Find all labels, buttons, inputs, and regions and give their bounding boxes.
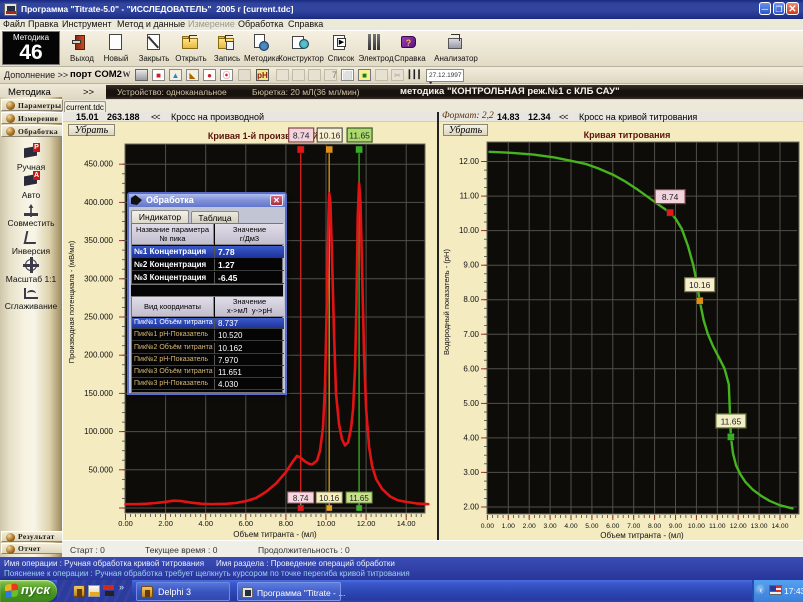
svg-text:6.00: 6.00 — [238, 519, 253, 528]
svg-text:13.00: 13.00 — [751, 523, 768, 530]
svg-text:8.00: 8.00 — [463, 295, 479, 304]
svg-text:11.65: 11.65 — [349, 131, 370, 141]
svg-text:9.00: 9.00 — [463, 261, 479, 270]
svg-text:3.00: 3.00 — [543, 523, 556, 530]
svg-text:8.74: 8.74 — [662, 192, 679, 202]
svg-text:10.00: 10.00 — [688, 523, 705, 530]
svg-text:4.00: 4.00 — [564, 523, 577, 530]
svg-text:12.00: 12.00 — [459, 157, 480, 166]
svg-text:3.00: 3.00 — [463, 468, 479, 477]
svg-text:1.00: 1.00 — [502, 523, 515, 530]
svg-text:150.000: 150.000 — [84, 389, 113, 398]
svg-text:400.000: 400.000 — [84, 198, 113, 207]
svg-text:10.16: 10.16 — [319, 131, 341, 141]
svg-text:2.00: 2.00 — [158, 519, 173, 528]
svg-text:Производная потенциала - (мВ/: Производная потенциала - (мВ/мл) — [67, 240, 76, 363]
svg-text:6.00: 6.00 — [463, 364, 479, 373]
svg-text:8.74: 8.74 — [293, 131, 310, 141]
svg-text:2.00: 2.00 — [523, 523, 536, 530]
svg-text:4.00: 4.00 — [463, 433, 479, 442]
svg-text:10.00: 10.00 — [317, 519, 336, 528]
svg-text:2.00: 2.00 — [463, 503, 479, 512]
svg-text:0.00: 0.00 — [481, 523, 494, 530]
svg-text:11.65: 11.65 — [721, 416, 742, 426]
svg-text:Объем титранта - (мл): Объем титранта - (мл) — [233, 530, 317, 539]
svg-text:14.00: 14.00 — [771, 523, 788, 530]
svg-text:10.16: 10.16 — [689, 280, 711, 290]
svg-text:0.00: 0.00 — [118, 519, 133, 528]
svg-text:8.74: 8.74 — [293, 494, 309, 503]
svg-text:8.00: 8.00 — [648, 523, 661, 530]
svg-text:11.00: 11.00 — [709, 523, 726, 530]
svg-text:5.00: 5.00 — [585, 523, 598, 530]
svg-text:10.16: 10.16 — [319, 494, 340, 503]
svg-text:Кривая титрования: Кривая титрования — [584, 130, 671, 140]
svg-text:11.00: 11.00 — [460, 192, 480, 201]
svg-text:8.00: 8.00 — [279, 519, 294, 528]
svg-text:6.00: 6.00 — [606, 523, 619, 530]
svg-text:100.000: 100.000 — [84, 427, 113, 436]
svg-text:7.00: 7.00 — [627, 523, 640, 530]
svg-text:12.00: 12.00 — [357, 519, 376, 528]
svg-text:14.00: 14.00 — [397, 519, 416, 528]
svg-text:7.00: 7.00 — [463, 330, 479, 339]
svg-text:10.00: 10.00 — [459, 226, 480, 235]
svg-text:11.65: 11.65 — [349, 494, 369, 503]
svg-text:5.00: 5.00 — [463, 399, 479, 408]
svg-text:Объем титранта - (мл): Объем титранта - (мл) — [600, 531, 684, 540]
svg-text:300.000: 300.000 — [84, 274, 113, 283]
svg-text:50.000: 50.000 — [89, 465, 114, 474]
svg-text:4.00: 4.00 — [198, 519, 213, 528]
svg-text:350.000: 350.000 — [84, 236, 113, 245]
svg-text:250.000: 250.000 — [84, 313, 113, 322]
svg-text:Водородный показатель - (рН): Водородный показатель - (рН) — [442, 249, 451, 355]
svg-text:450.000: 450.000 — [84, 160, 113, 169]
svg-text:200.000: 200.000 — [84, 351, 113, 360]
svg-text:9.00: 9.00 — [669, 523, 682, 530]
svg-text:12.00: 12.00 — [730, 523, 747, 530]
